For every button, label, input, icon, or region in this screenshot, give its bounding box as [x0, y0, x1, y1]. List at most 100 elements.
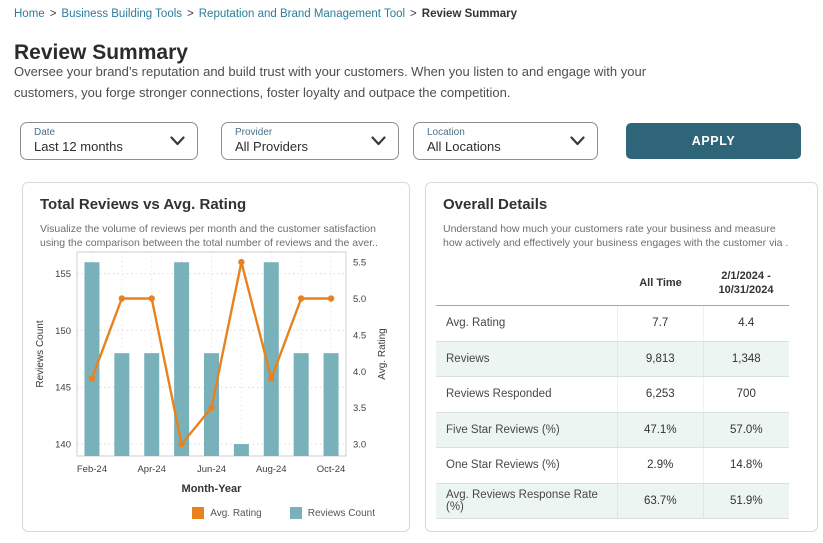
details-subtitle-line2: how actively and effectively your busine… — [443, 236, 788, 250]
line-marker — [238, 259, 244, 265]
left-axis-tick: 155 — [55, 269, 71, 280]
bar — [174, 262, 189, 456]
table-row: Avg. Reviews Response Rate (%)63.7%51.9% — [436, 484, 789, 520]
metric-period-value: 57.0% — [703, 413, 790, 448]
table-row: One Star Reviews (%)2.9%14.8% — [436, 448, 789, 484]
page-description: Oversee your brand’s reputation and buil… — [14, 62, 664, 104]
x-axis-tick: Feb-24 — [77, 464, 107, 475]
metric-period-value: 51.9% — [703, 484, 790, 519]
date-dropdown-label: Date — [34, 127, 163, 139]
metric-period-value: 700 — [703, 377, 790, 412]
table-header-all-time: All Time — [618, 276, 703, 290]
overall-details-table: All Time 2/1/2024 - 10/31/2024 Avg. Rati… — [436, 261, 789, 519]
line-marker — [149, 295, 155, 301]
bar — [144, 353, 159, 456]
breadcrumb: Home > Business Building Tools > Reputation … — [14, 8, 517, 20]
bar — [84, 262, 99, 456]
table-header-period: 2/1/2024 - 10/31/2024 — [703, 269, 789, 298]
metric-all-time-value: 63.7% — [617, 484, 703, 519]
breadcrumb-item[interactable]: Home — [14, 8, 45, 20]
table-header-row: All Time 2/1/2024 - 10/31/2024 — [436, 261, 789, 306]
metric-all-time-value: 6,253 — [617, 377, 703, 412]
apply-button[interactable]: APPLY — [626, 123, 801, 159]
legend-label: Reviews Count — [308, 508, 375, 519]
right-axis-title: Avg. Rating — [377, 328, 388, 380]
page-description-line1: Oversee your brand’s reputation and buil… — [14, 64, 646, 79]
page: Home > Business Building Tools > Reputation … — [0, 0, 823, 543]
metric-all-time-value: 9,813 — [617, 342, 703, 377]
chevron-down-icon — [570, 136, 585, 146]
breadcrumb-item[interactable]: Business Building Tools — [61, 8, 182, 20]
metric-period-value: 14.8% — [703, 448, 790, 483]
breadcrumb-separator: > — [410, 8, 417, 20]
left-axis-tick: 150 — [55, 326, 71, 337]
provider-dropdown-value: All Providers — [235, 139, 364, 154]
bar — [114, 353, 129, 456]
date-dropdown-value: Last 12 months — [34, 139, 163, 154]
table-row: Reviews Responded6,253700 — [436, 377, 789, 413]
right-axis-tick: 3.5 — [353, 403, 366, 414]
breadcrumb-separator: > — [50, 8, 57, 20]
breadcrumb-item[interactable]: Reputation and Brand Management Tool — [199, 8, 405, 20]
metric-label: Reviews — [436, 353, 617, 365]
chart-subtitle-line1: Visualize the volume of reviews per mont… — [40, 222, 378, 236]
metric-label: Five Star Reviews (%) — [436, 424, 617, 436]
metric-label: One Star Reviews (%) — [436, 459, 617, 471]
left-axis-tick: 140 — [55, 440, 71, 451]
legend-item: Avg. Rating — [192, 507, 262, 519]
metric-all-time-value: 2.9% — [617, 448, 703, 483]
right-axis-tick: 3.0 — [353, 440, 366, 451]
chevron-down-icon — [371, 136, 386, 146]
reviews-vs-rating-chart: 140 145 150 155 3.0 3.5 4.0 4.5 5.0 5.5 Feb-24 Apr-… — [29, 245, 407, 507]
metric-label: Reviews Responded — [436, 388, 617, 400]
details-title: Overall Details — [443, 196, 547, 213]
chevron-down-icon — [170, 136, 185, 146]
metric-all-time-value: 7.7 — [617, 306, 703, 341]
right-axis-tick: 5.0 — [353, 294, 366, 305]
line-marker — [178, 441, 184, 447]
metric-label: Avg. Reviews Response Rate (%) — [436, 489, 617, 513]
line-marker — [328, 295, 334, 301]
details-subtitle: Understand how much your customers rate … — [443, 222, 788, 250]
provider-dropdown[interactable]: Provider All Providers — [221, 122, 399, 160]
line-marker — [119, 295, 125, 301]
line-marker — [208, 405, 214, 411]
table-row: Five Star Reviews (%)47.1%57.0% — [436, 413, 789, 449]
table-row: Avg. Rating7.74.4 — [436, 306, 789, 342]
legend-label: Avg. Rating — [210, 508, 262, 519]
breadcrumb-separator: > — [187, 8, 194, 20]
provider-dropdown-label: Provider — [235, 127, 364, 139]
line-marker — [268, 375, 274, 381]
chart-title: Total Reviews vs Avg. Rating — [40, 196, 246, 213]
line-marker — [89, 375, 95, 381]
right-axis-tick: 4.5 — [353, 330, 366, 341]
x-axis-tick: Apr-24 — [137, 464, 166, 475]
chart-legend: Avg. Rating Reviews Count — [23, 507, 409, 519]
legend-swatch — [290, 507, 302, 519]
metric-period-value: 4.4 — [703, 306, 790, 341]
legend-swatch — [192, 507, 204, 519]
left-axis-title: Reviews Count — [35, 320, 46, 387]
metric-period-value: 1,348 — [703, 342, 790, 377]
reviews-count-bars — [84, 262, 338, 456]
metric-all-time-value: 47.1% — [617, 413, 703, 448]
right-axis-tick: 4.0 — [353, 367, 366, 378]
line-marker — [298, 295, 304, 301]
location-dropdown[interactable]: Location All Locations — [413, 122, 598, 160]
location-dropdown-label: Location — [427, 127, 563, 139]
table-body: Avg. Rating7.74.4Reviews9,8131,348Review… — [436, 306, 789, 519]
overall-details-card: Overall Details Understand how much your… — [425, 182, 818, 532]
date-dropdown[interactable]: Date Last 12 months — [20, 122, 198, 160]
table-row: Reviews9,8131,348 — [436, 342, 789, 378]
legend-item: Reviews Count — [290, 507, 375, 519]
bar — [294, 353, 309, 456]
location-dropdown-value: All Locations — [427, 139, 563, 154]
x-axis-tick: Oct-24 — [317, 464, 346, 475]
bar — [324, 353, 339, 456]
breadcrumb-item: Review Summary — [422, 8, 517, 20]
left-axis-tick: 145 — [55, 383, 71, 394]
x-axis-tick: Aug-24 — [256, 464, 287, 475]
right-axis-tick: 5.5 — [353, 258, 366, 269]
page-description-line2: customers, you forge stronger connection… — [14, 85, 510, 100]
x-axis-tick: Jun-24 — [197, 464, 226, 475]
